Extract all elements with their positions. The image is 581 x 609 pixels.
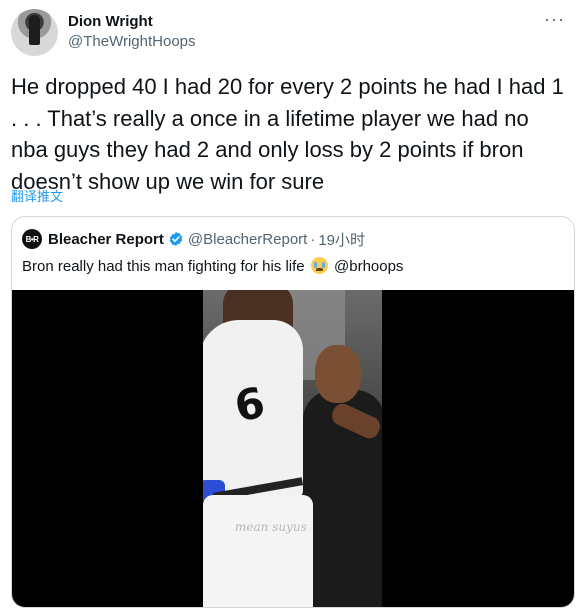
tweet: Dion Wright @TheWrightHoops ··· He dropp… <box>0 0 581 609</box>
quoted-text: Bron really had this man fighting for hi… <box>22 257 403 277</box>
quoted-timestamp[interactable]: 19小时 <box>318 229 365 250</box>
shorts-print: mean suyus <box>235 520 307 534</box>
quoted-text-main: Bron really had this man fighting for hi… <box>22 258 305 275</box>
quoted-tweet-header: B•R Bleacher Report @BleacherReport · 19… <box>22 229 365 249</box>
separator-dot: · <box>310 230 316 248</box>
quoted-handle[interactable]: @BleacherReport <box>188 231 307 248</box>
mention-brhoops[interactable]: @brhoops <box>334 258 403 275</box>
attacker-shorts <box>203 495 313 607</box>
verified-badge-icon <box>169 232 183 246</box>
translate-tweet-link[interactable]: 翻译推文 <box>11 186 63 205</box>
author-handle[interactable]: @TheWrightHoops <box>68 32 196 52</box>
author-names: Dion Wright @TheWrightHoops <box>68 12 196 52</box>
tweet-text: He dropped 40 I had 20 for every 2 point… <box>11 74 564 194</box>
quoted-tweet[interactable]: B•R Bleacher Report @BleacherReport · 19… <box>11 216 575 608</box>
defender-head <box>315 345 361 403</box>
tweet-header: Dion Wright @TheWrightHoops ··· <box>11 6 571 58</box>
bleacher-report-avatar[interactable]: B•R <box>22 229 42 249</box>
author-display-name[interactable]: Dion Wright <box>68 12 196 32</box>
more-dots-icon[interactable]: ··· <box>544 10 565 28</box>
video-frame: 6 mean suyus <box>203 290 382 607</box>
video-player[interactable]: 6 mean suyus <box>12 290 574 607</box>
loudly-crying-face-emoji-icon <box>310 257 328 274</box>
quoted-display-name[interactable]: Bleacher Report <box>48 231 164 248</box>
author-avatar[interactable] <box>11 9 58 56</box>
